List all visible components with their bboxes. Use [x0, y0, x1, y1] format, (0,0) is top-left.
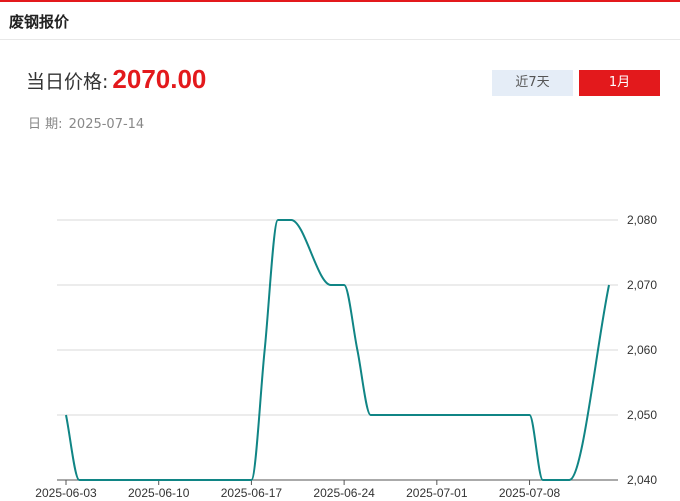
price-line-chart: 2,040 2,050 2,060 2,070 2,080 2025-06-03 2025-… [35, 213, 657, 500]
y-tick-label: 2,050 [627, 408, 657, 422]
x-tick-label: 2025-06-03 [35, 486, 97, 500]
y-tick-label: 2,070 [627, 278, 657, 292]
x-tick-label: 2025-06-24 [313, 486, 375, 500]
x-tick-label: 2025-07-08 [499, 486, 561, 500]
y-tick-label: 2,040 [627, 473, 657, 487]
x-tick-label: 2025-06-17 [221, 486, 283, 500]
x-tick-label: 2025-06-10 [128, 486, 190, 500]
x-tick-label: 2025-07-01 [406, 486, 468, 500]
y-tick-label: 2,080 [627, 213, 657, 227]
y-tick-label: 2,060 [627, 343, 657, 357]
